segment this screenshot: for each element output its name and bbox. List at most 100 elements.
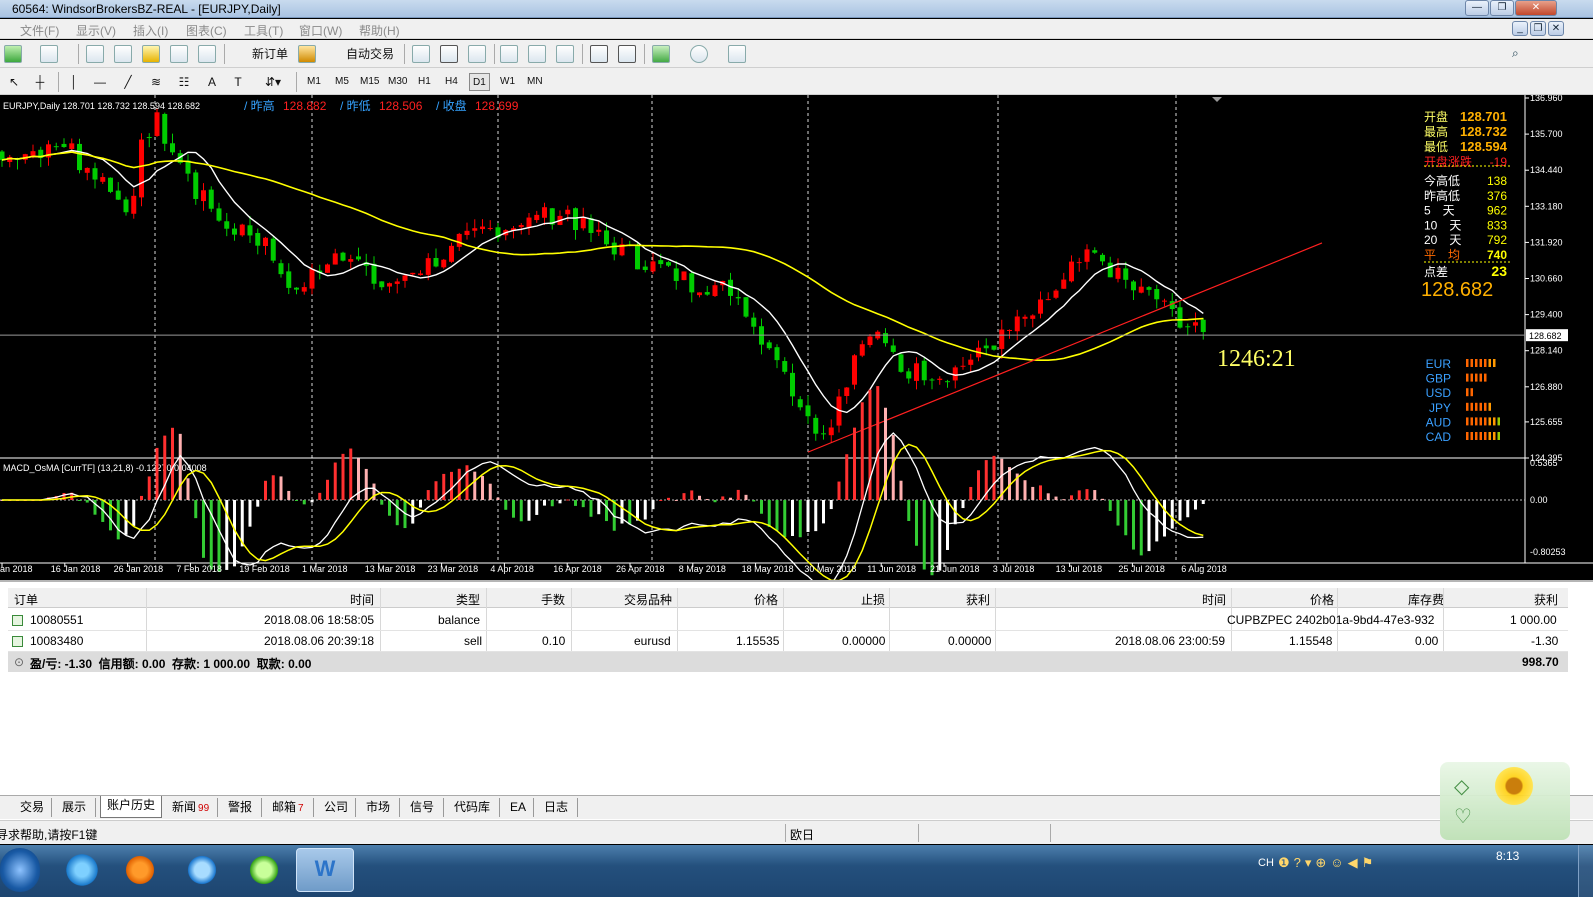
data-window-icon[interactable]: [142, 45, 160, 63]
strategy-tester-icon[interactable]: [198, 45, 216, 63]
zoom-in-icon[interactable]: [500, 45, 518, 63]
col-close-price[interactable]: 价格: [1310, 591, 1334, 608]
text-icon[interactable]: A: [202, 72, 222, 92]
timeframe-h4[interactable]: H4: [442, 73, 461, 91]
macd-histogram-bar: [341, 453, 345, 500]
candle-body: [960, 365, 966, 367]
timeframe-m30[interactable]: M30: [385, 73, 410, 91]
col-sl[interactable]: 止损: [861, 591, 885, 608]
start-button[interactable]: [0, 848, 40, 892]
tab-8[interactable]: 信号: [404, 798, 444, 817]
trendline-icon[interactable]: ╱: [118, 72, 138, 92]
macd-histogram-bar: [256, 500, 260, 507]
periods-icon[interactable]: [690, 45, 708, 63]
col-time[interactable]: 时间: [350, 591, 374, 608]
auto-trading-button[interactable]: 自动交易: [324, 44, 398, 64]
tab-3[interactable]: 新闻 99: [166, 798, 218, 817]
cursor-icon[interactable]: ↖: [4, 72, 24, 92]
col-order[interactable]: 订单: [14, 591, 38, 608]
tab-7[interactable]: 市场: [360, 798, 400, 817]
timeframe-d1[interactable]: D1: [469, 73, 490, 91]
table-row[interactable]: 10080551 2018.08.06 18:58:05 balance CUP…: [8, 610, 1568, 631]
price-chart[interactable]: 128.682 136.960 135.700 134.440 133.180 131.9…: [0, 95, 1593, 580]
vertical-line-icon[interactable]: │: [64, 72, 84, 92]
timeframe-m1[interactable]: M1: [304, 73, 324, 91]
timeframe-w1[interactable]: W1: [497, 73, 518, 91]
terminal-icon[interactable]: [170, 45, 188, 63]
menu-view[interactable]: 显示(V): [76, 22, 116, 39]
show-desktop-button[interactable]: [1578, 845, 1593, 897]
menu-help[interactable]: 帮助(H): [359, 22, 400, 39]
menu-chart[interactable]: 图表(C): [186, 22, 227, 39]
new-chart-icon[interactable]: [4, 45, 22, 63]
channel-icon[interactable]: ≋: [146, 72, 166, 92]
timeframe-m15[interactable]: M15: [357, 73, 382, 91]
mdi-minimize-button[interactable]: _: [1512, 21, 1528, 36]
ie-icon[interactable]: [56, 848, 108, 892]
candle-body: [704, 292, 710, 295]
timeframe-h1[interactable]: H1: [415, 73, 434, 91]
tab-11[interactable]: 日志: [538, 798, 578, 817]
fibonacci-icon[interactable]: ☷: [174, 72, 194, 92]
col-lots[interactable]: 手数: [541, 591, 565, 608]
menu-window[interactable]: 窗口(W): [299, 22, 342, 39]
floating-widget[interactable]: ◇ ♡: [1440, 762, 1570, 840]
zoom-out-icon[interactable]: [528, 45, 546, 63]
tab-10[interactable]: EA: [504, 798, 534, 817]
menu-file[interactable]: 文件(F): [20, 22, 59, 39]
tab-1[interactable]: 展示: [56, 798, 96, 817]
tab-9[interactable]: 代码库: [448, 798, 500, 817]
new-order-button[interactable]: 新订单: [232, 44, 292, 64]
mail-app-icon[interactable]: [176, 848, 228, 892]
line-chart-icon[interactable]: [468, 45, 486, 63]
timeframe-m5[interactable]: M5: [332, 73, 352, 91]
table-row[interactable]: 10083480 2018.08.06 20:39:18 sell 0.10 e…: [8, 631, 1568, 652]
templates-icon[interactable]: [728, 45, 746, 63]
date-tick-label: 18 May 2018: [742, 564, 794, 574]
tab-6[interactable]: 公司: [318, 798, 356, 817]
col-type[interactable]: 类型: [456, 591, 480, 608]
chart-shift-icon[interactable]: [618, 45, 636, 63]
tab-4[interactable]: 警报: [222, 798, 262, 817]
arrows-icon[interactable]: ⇵▾: [258, 72, 288, 92]
macd-histogram-bar: [674, 499, 678, 501]
text-label-icon[interactable]: T: [228, 72, 248, 92]
close-button[interactable]: ✕: [1515, 0, 1557, 16]
chart-window[interactable]: 128.682 136.960 135.700 134.440 133.180 131.9…: [0, 95, 1593, 580]
profiles-icon[interactable]: [40, 45, 58, 63]
timeframe-mn[interactable]: MN: [524, 73, 546, 91]
input-lang[interactable]: CH: [1258, 857, 1274, 869]
media-player-icon[interactable]: [114, 848, 166, 892]
meta-editor-icon[interactable]: [298, 45, 316, 63]
browser-icon[interactable]: [238, 848, 290, 892]
minimize-button[interactable]: —: [1465, 0, 1489, 16]
col-close-time[interactable]: 时间: [1202, 591, 1226, 608]
clock[interactable]: 8:13: [1496, 849, 1519, 863]
tab-5[interactable]: 邮箱 7: [266, 798, 314, 817]
candle-body: [852, 355, 857, 385]
search-icon[interactable]: ⌕: [1512, 45, 1530, 63]
autoscroll-icon[interactable]: [590, 45, 608, 63]
col-swap[interactable]: 库存费: [1408, 591, 1444, 608]
bar-chart-icon[interactable]: [412, 45, 430, 63]
tray-icons[interactable]: ❶?▾⊕☺◀⚑: [1278, 855, 1464, 873]
col-price[interactable]: 价格: [754, 591, 778, 608]
candle-chart-icon[interactable]: [440, 45, 458, 63]
horizontal-line-icon[interactable]: —: [90, 72, 110, 92]
market-watch-icon[interactable]: [86, 45, 104, 63]
tab-0[interactable]: 交易: [14, 798, 52, 817]
menu-insert[interactable]: 插入(I): [133, 22, 168, 39]
col-profit[interactable]: 获利: [1534, 591, 1558, 608]
navigator-icon[interactable]: [114, 45, 132, 63]
mdi-restore-button[interactable]: ❐: [1530, 21, 1546, 36]
restore-button[interactable]: ❐: [1490, 0, 1514, 16]
crosshair-icon[interactable]: ┼: [30, 72, 50, 92]
tab-2[interactable]: 账户历史: [100, 796, 162, 818]
col-symbol[interactable]: 交易品种: [624, 591, 672, 608]
metatrader-icon[interactable]: W: [296, 848, 354, 892]
tile-windows-icon[interactable]: [556, 45, 574, 63]
indicators-icon[interactable]: [652, 45, 670, 63]
menu-tools[interactable]: 工具(T): [244, 22, 283, 39]
col-tp[interactable]: 获利: [966, 591, 990, 608]
mdi-close-button[interactable]: ✕: [1548, 21, 1564, 36]
